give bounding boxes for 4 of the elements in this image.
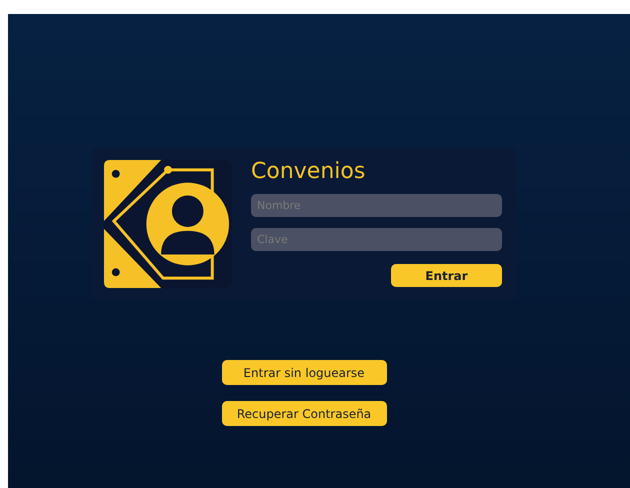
app-title: Convenios [251, 159, 366, 185]
action-button[interactable]: Entrar sin loguearse [222, 360, 386, 385]
login-button[interactable]: Entrar [391, 264, 502, 287]
action-button[interactable]: Recuperar Contraseña [222, 401, 386, 426]
